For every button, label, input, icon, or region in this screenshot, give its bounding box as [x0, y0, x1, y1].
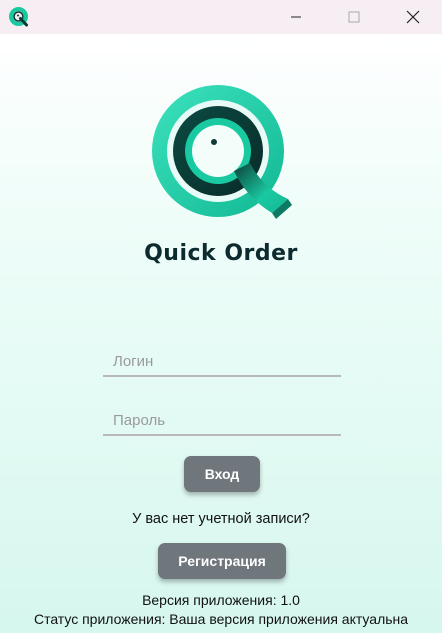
- minimize-button[interactable]: [272, 0, 320, 34]
- login-input[interactable]: [103, 347, 341, 377]
- close-icon: [406, 10, 420, 24]
- app-logo-icon: [8, 6, 30, 28]
- no-account-text: У вас нет учетной записи?: [132, 511, 310, 527]
- login-panel: Quick Order Вход У вас нет учетной запис…: [0, 34, 442, 633]
- maximize-icon: [348, 11, 360, 23]
- quick-order-logo: [146, 79, 296, 229]
- minimize-icon: [290, 11, 302, 23]
- title-bar: [0, 0, 442, 34]
- app-status-text: Статус приложения: Ваша версия приложени…: [33, 611, 409, 627]
- login-button[interactable]: Вход: [184, 456, 260, 492]
- password-input[interactable]: [103, 406, 341, 436]
- app-name: Quick Order: [144, 241, 298, 266]
- app-version-text: Версия приложения: 1.0: [142, 592, 300, 608]
- close-button[interactable]: [389, 0, 437, 34]
- register-button[interactable]: Регистрация: [158, 543, 286, 579]
- maximize-button[interactable]: [330, 0, 378, 34]
